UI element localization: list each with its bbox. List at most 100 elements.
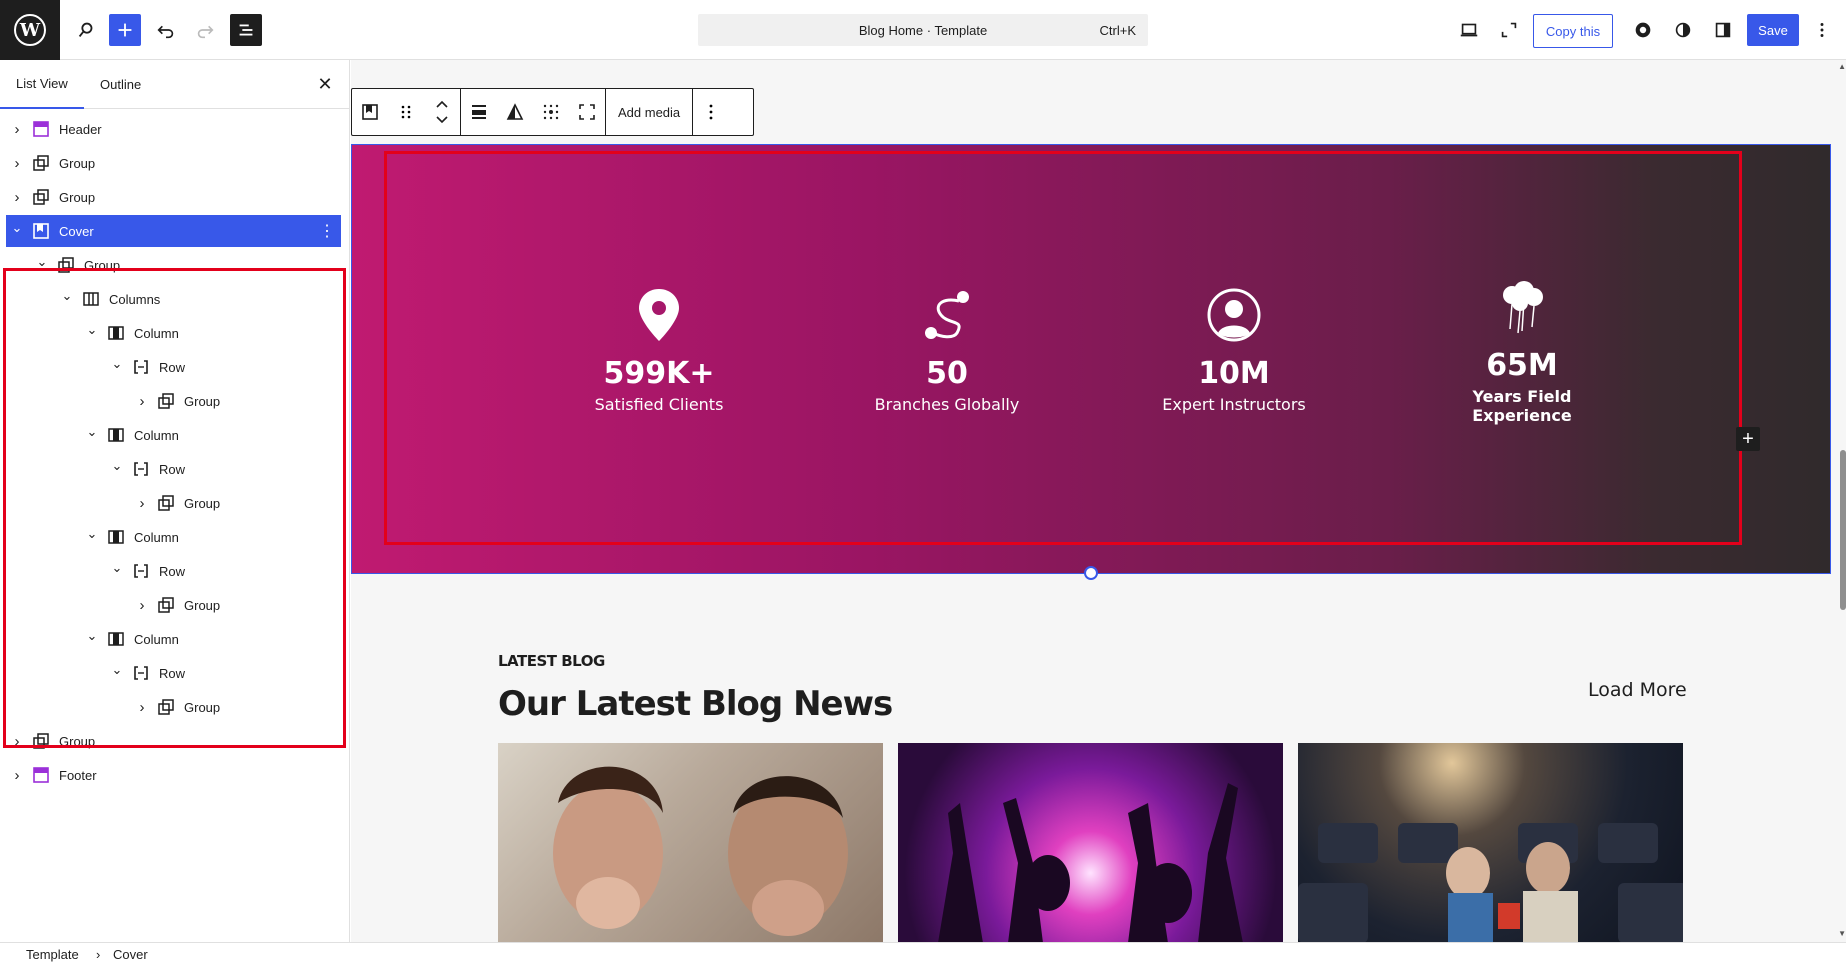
duotone-icon[interactable] — [497, 89, 533, 135]
editor-canvas: Add media 599K+ Satisfied Clients 50 Bra… — [351, 60, 1846, 942]
add-block-button[interactable]: + — [1736, 427, 1760, 451]
expand-icon — [1501, 22, 1517, 38]
breadcrumb-template[interactable]: Template — [26, 947, 79, 962]
chevron-down-icon[interactable]: ⌄ — [35, 254, 49, 269]
block-toolbar: Add media — [351, 88, 754, 136]
command-palette[interactable]: Blog Home · Template Ctrl+K — [698, 14, 1148, 46]
stat-item: 50 Branches Globally — [837, 285, 1057, 414]
align-icon[interactable] — [461, 89, 497, 135]
stat-number: 65M — [1486, 348, 1558, 383]
stat-label: Expert Instructors — [1162, 395, 1306, 414]
redo-button[interactable] — [189, 14, 221, 46]
resize-handle[interactable] — [1084, 566, 1098, 580]
list-view-item[interactable]: › Footer — [0, 759, 349, 791]
search-icon — [78, 22, 93, 37]
stat-label: Years Field Experience — [1472, 387, 1572, 425]
editor-top-bar: W Blog Home · Template Ctrl+K Copy this … — [0, 0, 1846, 60]
party-crowd-image — [938, 783, 1243, 942]
shocked-couple-image — [553, 766, 848, 936]
list-view-item[interactable]: › Group — [0, 147, 349, 179]
cover-icon — [32, 222, 50, 240]
location-pin-icon — [639, 289, 679, 341]
styles-button[interactable] — [1667, 14, 1699, 46]
breadcrumb-cover[interactable]: Cover — [113, 947, 148, 962]
blog-image[interactable] — [898, 743, 1283, 942]
wordpress-logo[interactable]: W — [0, 0, 60, 60]
command-title: Blog Home · Template — [858, 22, 988, 38]
laptop-icon — [1460, 23, 1478, 37]
plugin-button[interactable] — [1627, 14, 1659, 46]
template-part-icon — [32, 120, 50, 138]
route-icon — [925, 291, 969, 339]
more-vertical-icon[interactable]: ⋮ — [319, 221, 335, 241]
scroll-up-arrow[interactable]: ▲ — [1838, 62, 1846, 71]
blog-image[interactable] — [1298, 743, 1683, 942]
tab-list-view[interactable]: List View — [0, 60, 84, 109]
stat-number: 10M — [1198, 356, 1270, 391]
scrollbar-thumb[interactable] — [1840, 450, 1846, 610]
add-media-button[interactable]: Add media — [606, 89, 692, 135]
list-view-item-label: Header — [59, 121, 102, 137]
chevron-right-icon[interactable]: › — [10, 189, 24, 206]
stat-item: 599K+ Satisfied Clients — [549, 285, 769, 414]
settings-sidebar-button[interactable] — [1707, 14, 1739, 46]
fullscreen-icon[interactable] — [569, 89, 605, 135]
balloons-icon — [1503, 281, 1543, 334]
stat-label: Satisfied Clients — [594, 395, 724, 414]
move-up-down-icon[interactable] — [424, 89, 460, 135]
cover-block[interactable]: 599K+ Satisfied Clients 50 Branches Glob… — [351, 144, 1831, 574]
more-vertical-icon — [1820, 23, 1824, 37]
stat-number: 599K+ — [603, 356, 715, 391]
list-view-item[interactable]: ⌄ Cover ⋮ — [6, 215, 341, 247]
device-preview-button[interactable] — [1453, 14, 1485, 46]
more-options-icon[interactable] — [693, 89, 729, 135]
chevron-down-icon[interactable]: ⌄ — [10, 220, 24, 235]
search-button[interactable] — [70, 14, 102, 46]
sidebar-tabs: List View Outline ✕ — [0, 60, 349, 109]
chevron-right-icon[interactable]: › — [10, 121, 24, 138]
scroll-down-arrow[interactable]: ▼ — [1838, 929, 1846, 938]
group-icon — [32, 188, 50, 206]
list-view-item-label: Group — [59, 189, 96, 205]
blog-image[interactable] — [498, 743, 883, 942]
sidebar-icon — [1715, 22, 1731, 38]
blog-eyebrow: LATEST BLOG — [498, 652, 605, 670]
list-view-item-label: Footer — [59, 767, 97, 783]
stat-label: Branches Globally — [874, 395, 1020, 414]
wordpress-icon: W — [14, 14, 46, 46]
chevron-right-icon[interactable]: › — [10, 155, 24, 172]
annotation-highlight-box — [3, 268, 346, 748]
save-button[interactable]: Save — [1747, 14, 1799, 46]
list-view-icon — [239, 24, 253, 36]
content-position-icon[interactable] — [533, 89, 569, 135]
chevron-right-icon: › — [96, 947, 101, 962]
stat-item: 10M Expert Instructors — [1124, 285, 1344, 414]
block-inserter-button[interactable] — [109, 14, 141, 46]
contrast-icon — [1675, 22, 1691, 38]
chevron-right-icon[interactable]: › — [10, 767, 24, 784]
options-button[interactable] — [1806, 14, 1838, 46]
stat-item: 65M Years Field Experience — [1412, 277, 1632, 425]
undo-button[interactable] — [150, 14, 182, 46]
zoom-out-button[interactable] — [1493, 14, 1525, 46]
list-view-item[interactable]: › Header — [0, 113, 349, 145]
command-shortcut: Ctrl+K — [1099, 23, 1136, 38]
list-view-item-label: Cover — [59, 223, 94, 239]
stat-number: 50 — [926, 356, 968, 391]
cinema-audience-image — [1298, 823, 1683, 942]
cover-block-icon[interactable] — [352, 89, 388, 135]
close-icon[interactable]: ✕ — [315, 74, 335, 94]
load-more-link[interactable]: Load More — [1588, 679, 1687, 701]
document-overview-button[interactable] — [230, 14, 262, 46]
list-view-sidebar: List View Outline ✕ › Header › Group › Group ⌄… — [0, 60, 350, 942]
blog-heading: Our Latest Blog News — [498, 684, 893, 724]
list-view-item[interactable]: › Group — [0, 181, 349, 213]
list-view-item-label: Group — [59, 155, 96, 171]
group-icon — [32, 154, 50, 172]
breadcrumb: Template › Cover — [0, 942, 1846, 966]
plus-icon — [118, 23, 132, 37]
copy-this-button[interactable]: Copy this — [1533, 14, 1613, 48]
drag-handle-icon[interactable] — [388, 89, 424, 135]
gear-badge-icon — [1635, 22, 1651, 38]
tab-outline[interactable]: Outline — [100, 60, 141, 109]
